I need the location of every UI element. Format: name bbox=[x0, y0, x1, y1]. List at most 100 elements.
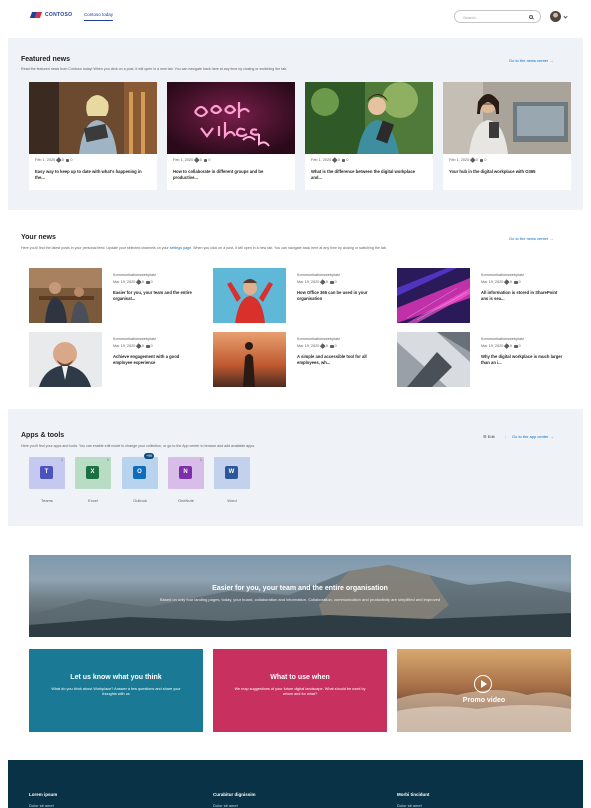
your-news-center-link[interactable]: Go to the news center → bbox=[509, 236, 553, 241]
hero-description: Based on only four landing pages, today,… bbox=[159, 597, 441, 602]
heart-icon[interactable] bbox=[504, 343, 510, 349]
heart-icon[interactable] bbox=[320, 343, 326, 349]
heart-icon[interactable] bbox=[470, 157, 476, 163]
heart-icon[interactable] bbox=[194, 157, 200, 163]
heart-icon[interactable] bbox=[332, 157, 338, 163]
comment-icon[interactable] bbox=[330, 344, 334, 348]
search-input[interactable]: Search bbox=[463, 15, 476, 20]
news-card-image bbox=[397, 268, 470, 323]
heart-icon[interactable] bbox=[504, 279, 510, 285]
featured-card-4[interactable]: Feb 1, 2020 0 0 Your hub in the digital wo… bbox=[443, 82, 571, 190]
play-icon[interactable] bbox=[474, 675, 492, 693]
footer-link[interactable]: Dolor sit amet bbox=[213, 803, 238, 808]
app-tile: 1 N bbox=[168, 457, 204, 489]
news-card-title[interactable]: Achieve engagement with a good employee … bbox=[113, 354, 197, 366]
excel-icon: X bbox=[86, 466, 99, 479]
heart-icon[interactable] bbox=[136, 343, 142, 349]
news-card-title[interactable]: A simple and accessible tool for all emp… bbox=[297, 354, 381, 366]
news-card-3[interactable]: Kommunikationswebplatz Mar 19, 2020 0 0 Al… bbox=[397, 268, 570, 323]
featured-card-3[interactable]: Feb 1, 2020 0 0 What is the difference bet… bbox=[305, 82, 433, 190]
news-card-4[interactable]: Kommunikationswebplatz Mar 19, 2020 0 0 Ac… bbox=[29, 332, 202, 387]
top-bar: CONTOSO Contoso today Search bbox=[0, 0, 591, 30]
app-teams[interactable]: 1 T Teams bbox=[29, 457, 67, 503]
featured-card-title[interactable]: Your hub in the digital workplace with O… bbox=[449, 169, 565, 175]
comment-icon[interactable] bbox=[479, 158, 484, 162]
featured-card-meta: Feb 1, 2020 0 0 bbox=[173, 157, 211, 163]
news-card-category: Kommunikationswebplatz bbox=[481, 273, 525, 277]
heart-icon[interactable] bbox=[56, 157, 62, 163]
feedback-tile[interactable]: Let us know what you think What do you t… bbox=[29, 649, 203, 732]
app-label: Excel bbox=[88, 498, 98, 503]
notification-count: +99 bbox=[144, 453, 154, 459]
featured-card-2[interactable]: Feb 1, 2020 0 0 How to collaborate in diff… bbox=[167, 82, 295, 190]
news-card-category: Kommunikationswebplatz bbox=[481, 337, 525, 341]
news-card-category: Kommunikationswebplatz bbox=[297, 337, 341, 341]
featured-card-title[interactable]: Easy way to keep up to date with what's … bbox=[35, 169, 151, 180]
comment-icon[interactable] bbox=[330, 280, 334, 284]
outlook-icon: O bbox=[133, 466, 146, 479]
news-card-2[interactable]: Kommunikationswebplatz Mar 19, 2020 0 0 Ho… bbox=[213, 268, 386, 323]
app-label: Word bbox=[227, 498, 237, 503]
app-onenote[interactable]: 1 N OneNote bbox=[168, 457, 206, 503]
app-excel[interactable]: 1 X Excel bbox=[75, 457, 113, 503]
tile-title: What to use when bbox=[270, 674, 330, 681]
news-card-1[interactable]: Kommunikationswebplatz Mar 19, 2020 0 0 Ea… bbox=[29, 268, 202, 323]
search-box[interactable]: Search bbox=[454, 10, 541, 23]
contoso-logo[interactable]: CONTOSO bbox=[29, 12, 72, 18]
onenote-icon: N bbox=[179, 466, 192, 479]
comment-icon[interactable] bbox=[514, 280, 518, 284]
avatar[interactable] bbox=[550, 11, 561, 22]
chevron-down-icon[interactable] bbox=[563, 14, 568, 19]
tile-description: What do you think about Workplace? Answe… bbox=[51, 687, 181, 696]
news-card-image bbox=[29, 268, 102, 323]
tile-title: Promo video bbox=[462, 697, 506, 704]
app-outlook[interactable]: +99 O Outlook bbox=[122, 453, 160, 503]
app-tile: +99 O bbox=[122, 453, 158, 489]
news-card-5[interactable]: Kommunikationswebplatz Mar 19, 2020 0 0 A … bbox=[213, 332, 386, 387]
news-card-title[interactable]: Easier for you, your team and the entire… bbox=[113, 290, 197, 302]
footer-column-title: Curabitur dignissim bbox=[213, 792, 256, 797]
footer-link[interactable]: Dolor sit amet bbox=[29, 803, 54, 808]
what-to-use-tile[interactable]: What to use when We map suggestions of y… bbox=[213, 649, 387, 732]
featured-news-center-link[interactable]: Go to the news center → bbox=[509, 58, 553, 63]
app-label: Teams bbox=[41, 498, 53, 503]
featured-card-image bbox=[29, 82, 157, 154]
app-center-link[interactable]: Go to the app center → bbox=[512, 434, 554, 439]
news-card-category: Kommunikationswebplatz bbox=[113, 337, 157, 341]
featured-card-title[interactable]: What is the difference between the digit… bbox=[311, 169, 427, 180]
hero-banner[interactable]: Easier for you, your team and the entire… bbox=[29, 555, 571, 637]
heart-icon[interactable] bbox=[136, 279, 142, 285]
news-card-title[interactable]: How Office 365 can be used in your organ… bbox=[297, 290, 381, 302]
footer-link[interactable]: Dolor sit amet bbox=[397, 803, 422, 808]
news-card-category: Kommunikationswebplatz bbox=[297, 273, 341, 277]
settings-page-link[interactable]: settings page bbox=[170, 246, 191, 250]
featured-card-image bbox=[305, 82, 433, 154]
tile-description: We map suggestions of your future digita… bbox=[234, 687, 366, 696]
nav-tab-contoso-today[interactable]: Contoso today bbox=[84, 12, 114, 21]
promo-video-tile[interactable]: Promo video bbox=[397, 649, 571, 732]
featured-card-image bbox=[167, 82, 295, 154]
comment-icon[interactable] bbox=[146, 344, 150, 348]
featured-news-description: Read the featured news from Contoso toda… bbox=[21, 67, 288, 71]
news-card-title[interactable]: Why the digital workplace is much larger… bbox=[481, 354, 565, 366]
footer-column-title: Morbi tincidunt bbox=[397, 792, 430, 797]
news-card-image bbox=[397, 332, 470, 387]
news-card-6[interactable]: Kommunikationswebplatz Mar 19, 2020 0 0 Wh… bbox=[397, 332, 570, 387]
news-card-title[interactable]: All information is stored in SharePoint … bbox=[481, 290, 565, 302]
tile-title: Let us know what you think bbox=[70, 674, 162, 681]
comment-icon[interactable] bbox=[65, 158, 70, 162]
news-card-image bbox=[213, 268, 286, 323]
search-icon[interactable] bbox=[529, 15, 533, 19]
heart-icon[interactable] bbox=[320, 279, 326, 285]
comment-icon[interactable] bbox=[514, 344, 518, 348]
featured-card-1[interactable]: Feb 1, 2020 0 0 Easy way to keep up to dat… bbox=[29, 82, 157, 190]
teams-icon: T bbox=[40, 466, 53, 479]
apps-tools-description: Here you'll find your apps and tools. Yo… bbox=[21, 444, 256, 448]
comment-icon[interactable] bbox=[146, 280, 150, 284]
featured-card-meta: Feb 1, 2020 0 0 bbox=[449, 157, 487, 163]
comment-icon[interactable] bbox=[203, 158, 208, 162]
edit-button[interactable]: ☰ Edit bbox=[483, 434, 495, 439]
app-word[interactable]: W Word bbox=[214, 457, 252, 503]
featured-card-title[interactable]: How to collaborate in different groups a… bbox=[173, 169, 289, 180]
comment-icon[interactable] bbox=[341, 158, 346, 162]
